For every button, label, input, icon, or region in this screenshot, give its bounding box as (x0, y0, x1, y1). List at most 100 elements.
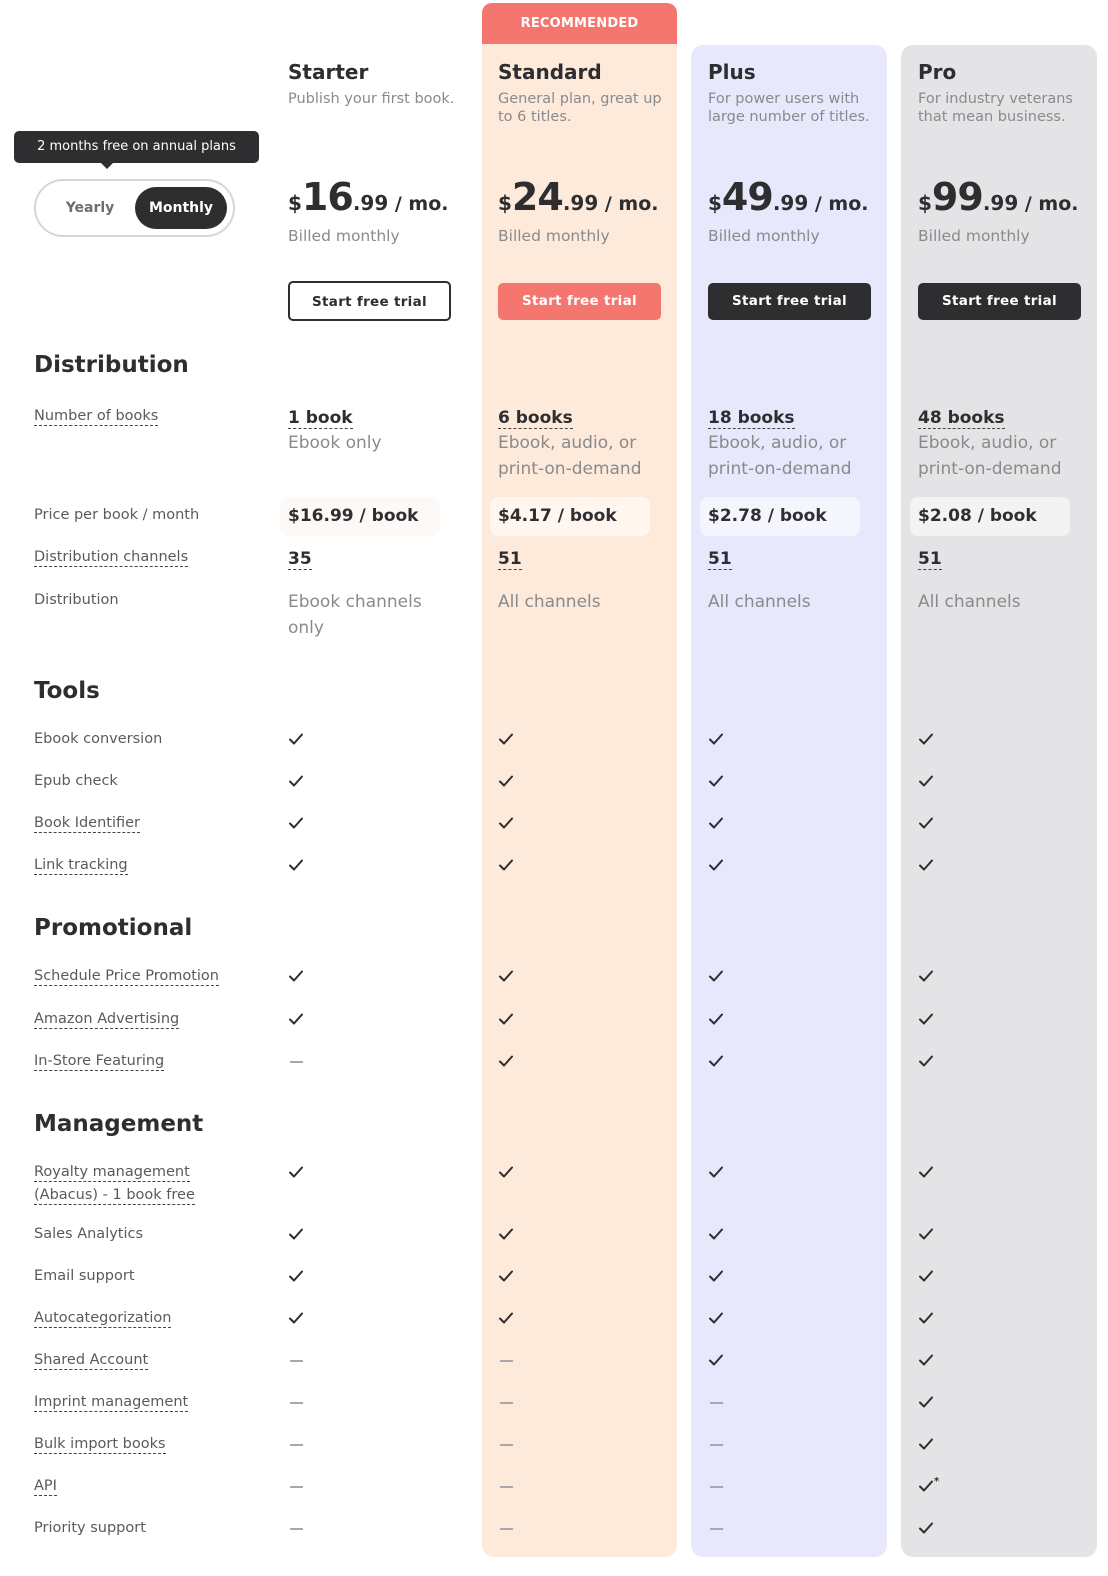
start-free-trial-button-starter[interactable]: Start free trial (288, 281, 451, 321)
dash-icon (498, 1478, 518, 1498)
price-cents: .99 (982, 191, 1019, 215)
row-label-api[interactable]: API (34, 1475, 234, 1498)
check-icon: * (918, 1476, 939, 1498)
check-icon (498, 1226, 518, 1246)
plan-description: For power users with large number of tit… (708, 91, 870, 125)
check-icon (918, 1436, 938, 1456)
check-icon (708, 1268, 728, 1288)
billing-note: Billed monthly (288, 227, 400, 245)
check-icon (498, 773, 518, 793)
book-formats: Ebook, audio, or print-on-demand (708, 433, 852, 479)
plan-price: $16.99 / mo. (288, 175, 449, 219)
row-label-number-of-books[interactable]: Number of books (34, 405, 234, 428)
channels-cell-standard: 51 (498, 549, 522, 570)
check-icon (918, 1394, 938, 1414)
check-icon (288, 1310, 308, 1330)
check-icon (708, 1053, 728, 1073)
row-label-distribution-channels[interactable]: Distribution channels (34, 546, 234, 569)
dash-icon (288, 1520, 308, 1540)
plan-price: $49.99 / mo. (708, 175, 869, 219)
row-label-amazon-advertising[interactable]: Amazon Advertising (34, 1008, 234, 1031)
check-icon (918, 1310, 938, 1330)
plan-name: Pro (918, 60, 957, 84)
price-per-book-plus: $2.78 / book (700, 497, 860, 536)
row-label-schedule-price-promotion[interactable]: Schedule Price Promotion (34, 965, 234, 988)
section-title-distribution: Distribution (34, 352, 189, 378)
dash-icon (708, 1436, 728, 1456)
book-formats: Ebook, audio, or print-on-demand (918, 433, 1062, 479)
price-cents: .99 (352, 191, 389, 215)
check-icon (708, 1226, 728, 1246)
row-label-autocategorization[interactable]: Autocategorization (34, 1307, 234, 1330)
distribution-value-plus: All channels (708, 592, 811, 612)
channels-count[interactable]: 51 (708, 549, 732, 570)
channels-count[interactable]: 35 (288, 549, 312, 570)
row-label-sales-analytics: Sales Analytics (34, 1226, 144, 1242)
row-label-epub-check: Epub check (34, 773, 118, 789)
plan-price: $99.99 / mo. (918, 175, 1079, 219)
books-count[interactable]: 6 books (498, 408, 573, 429)
check-icon (498, 731, 518, 751)
monthly-option[interactable]: Monthly (135, 187, 227, 229)
row-label-link-tracking[interactable]: Link tracking (34, 854, 234, 877)
pro-column-bg (901, 45, 1097, 1557)
channels-count[interactable]: 51 (498, 549, 522, 570)
row-label-in-store-featuring[interactable]: In-Store Featuring (34, 1050, 234, 1073)
check-icon (708, 1352, 728, 1372)
check-icon (288, 1011, 308, 1031)
row-label-ebook-conversion: Ebook conversion (34, 731, 163, 747)
channels-cell-starter: 35 (288, 549, 312, 570)
check-icon (498, 815, 518, 835)
price-per-book-standard: $4.17 / book (490, 497, 650, 536)
row-label-imprint-management[interactable]: Imprint management (34, 1391, 234, 1414)
price-whole: 49 (721, 175, 774, 219)
check-icon (918, 1011, 938, 1031)
section-title-management: Management (34, 1111, 204, 1137)
price-currency: $ (918, 191, 932, 215)
books-count[interactable]: 18 books (708, 408, 795, 429)
price-whole: 99 (931, 175, 984, 219)
row-label-price-per-book: Price per book / month (34, 507, 200, 523)
dash-icon (708, 1478, 728, 1498)
check-icon (498, 1310, 518, 1330)
billing-period-toggle[interactable]: Yearly Monthly (34, 179, 235, 237)
price-currency: $ (498, 191, 512, 215)
check-icon (708, 1011, 728, 1031)
annual-discount-tooltip: 2 months free on annual plans (14, 131, 259, 169)
row-label-book-identifier[interactable]: Book Identifier (34, 812, 234, 835)
row-label-shared-account[interactable]: Shared Account (34, 1349, 234, 1372)
channels-count[interactable]: 51 (918, 549, 942, 570)
check-icon (288, 1226, 308, 1246)
distribution-value-pro: All channels (918, 592, 1021, 612)
billing-note: Billed monthly (918, 227, 1030, 245)
price-period: / mo. (388, 193, 449, 215)
yearly-option[interactable]: Yearly (44, 187, 136, 229)
price-per-book-starter: $16.99 / book (280, 497, 440, 536)
price-whole: 24 (511, 175, 564, 219)
check-icon (708, 773, 728, 793)
check-icon (288, 857, 308, 877)
books-cell-plus: 18 books Ebook, audio, or print-on-demand (708, 408, 878, 482)
check-icon (918, 1352, 938, 1372)
check-icon (708, 857, 728, 877)
check-icon (708, 968, 728, 988)
check-icon (288, 1268, 308, 1288)
books-count[interactable]: 1 book (288, 408, 353, 429)
books-count[interactable]: 48 books (918, 408, 1005, 429)
row-label-bulk-import-books[interactable]: Bulk import books (34, 1433, 234, 1456)
row-label-royalty-management[interactable]: Royalty management (Abacus) - 1 book free (34, 1161, 234, 1207)
section-title-promotional: Promotional (34, 915, 193, 941)
check-icon (918, 1053, 938, 1073)
price-period: / mo. (598, 193, 659, 215)
start-free-trial-button-plus[interactable]: Start free trial (708, 283, 871, 320)
start-free-trial-button-pro[interactable]: Start free trial (918, 283, 1081, 320)
dash-icon (288, 1394, 308, 1414)
check-icon (918, 1226, 938, 1246)
row-label-distribution: Distribution (34, 592, 119, 608)
check-icon (288, 1164, 308, 1184)
start-free-trial-button-standard[interactable]: Start free trial (498, 283, 661, 320)
channels-cell-pro: 51 (918, 549, 942, 570)
check-icon (288, 773, 308, 793)
dash-icon (288, 1478, 308, 1498)
section-title-tools: Tools (34, 678, 100, 704)
